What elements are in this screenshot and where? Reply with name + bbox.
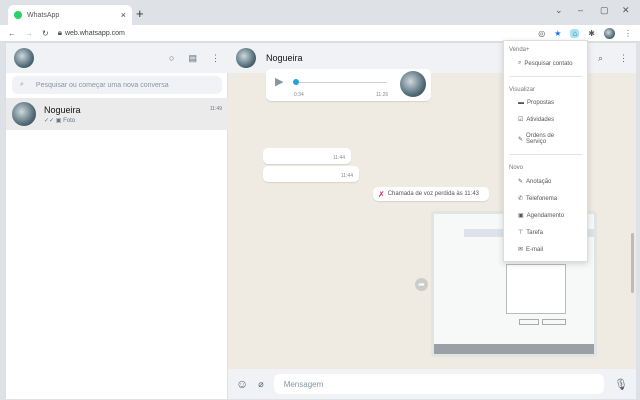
left-header: ○ ▤ ⋮	[6, 43, 228, 73]
minimize-button[interactable]: –	[578, 5, 583, 15]
profile-avatar[interactable]	[604, 27, 615, 39]
message-bubble: 11:44	[263, 166, 359, 182]
tab-search-icon[interactable]: ⌄	[555, 5, 563, 16]
message-bubble: 11:44	[263, 148, 351, 164]
play-icon[interactable]: ▶	[275, 75, 283, 88]
composer: ☺ ⌀ Mensagem 🎙︎	[228, 369, 636, 399]
pencil-icon: ✎	[518, 179, 524, 185]
menu-section-title: Venda+	[509, 47, 530, 53]
scrollbar[interactable]	[631, 233, 634, 293]
user-avatar[interactable]	[14, 48, 34, 68]
menu-item-label: Agendamento	[526, 212, 565, 219]
whatsapp-icon	[14, 11, 22, 19]
menu-item-anotacao[interactable]: ✎ Anotação	[504, 173, 587, 190]
menu-icon[interactable]: ⋮	[619, 53, 628, 64]
microphone-icon[interactable]: 🎙︎	[614, 378, 628, 391]
venda-extension-menu: Venda+ ⌕ Pesquisar contato Visualizar ▬ Pr…	[503, 40, 588, 262]
lens-icon[interactable]: ◎	[538, 29, 545, 38]
menu-item-email[interactable]: ✉ E-mail	[504, 241, 587, 258]
missed-call-text: Chamada de voz perdida às 11:43	[387, 191, 479, 197]
mail-icon: ✉	[518, 247, 524, 253]
chat-time: 11:49	[209, 106, 222, 112]
menu-item-tarefa[interactable]: ⊤ Tarefa	[504, 224, 587, 241]
message-input[interactable]: Mensagem	[273, 374, 605, 394]
search-icon[interactable]: ⌕	[598, 53, 603, 64]
search-box[interactable]: ⌕ Pesquisar ou começar uma nova conversa	[12, 76, 222, 94]
message-placeholder: Mensagem	[283, 379, 324, 389]
menu-item-agendamento[interactable]: ▣ Agendamento	[504, 207, 587, 224]
extensions-icon[interactable]: ✱	[588, 29, 595, 38]
chat-preview: Foto	[63, 117, 76, 124]
missed-call-notice: ✗ Chamada de voz perdida às 11:43	[373, 187, 489, 201]
extension-venda-icon[interactable]: ⌂	[570, 28, 580, 38]
divider	[509, 76, 582, 77]
voice-message: ▶ 0:34 11:26	[266, 69, 431, 101]
forward-icon[interactable]: ➦	[415, 278, 428, 291]
menu-item-label: Tarefa	[526, 229, 543, 236]
menu-section-title: Novo	[509, 165, 524, 171]
phone-icon: ✆	[518, 196, 524, 202]
maximize-button[interactable]: ▢	[600, 5, 609, 16]
attach-icon[interactable]: ⌀	[258, 379, 263, 390]
sender-avatar	[400, 71, 426, 97]
emoji-icon[interactable]: ☺	[236, 377, 248, 391]
contact-name[interactable]: Nogueira	[266, 53, 303, 63]
chat-name: Nogueira	[44, 104, 81, 115]
voice-elapsed: 0:34	[294, 92, 304, 98]
forward-icon[interactable]: →	[25, 29, 33, 38]
menu-item-propostas[interactable]: ▬ Propostas	[504, 95, 587, 111]
contact-avatar[interactable]	[236, 48, 256, 68]
menu-item-label: Pesquisar contato	[524, 60, 573, 67]
browser-menu-icon[interactable]: ⋮	[624, 29, 632, 38]
browser-tab-bar: WhatsApp × + ⌄ – ▢ ✕	[0, 0, 640, 25]
contact-avatar	[12, 102, 36, 126]
menu-icon[interactable]: ⋮	[211, 53, 220, 64]
close-tab-icon[interactable]: ×	[121, 10, 126, 20]
double-check-icon: ✓✓ ▣	[44, 117, 64, 124]
divider	[509, 154, 582, 155]
calendar-icon: ▣	[518, 213, 524, 219]
lock-icon: 🔒︎	[57, 28, 62, 37]
reload-icon[interactable]: ↻	[42, 29, 49, 38]
status-icon[interactable]: ○	[169, 53, 174, 63]
menu-item-label: Atividades	[526, 116, 555, 123]
menu-item-label: Ordens de Serviço	[526, 133, 555, 145]
voice-progress-track[interactable]	[295, 82, 387, 83]
menu-item-label: Anotação	[526, 178, 552, 185]
message-time: 11:44	[332, 155, 345, 161]
search-icon: ⌕	[518, 60, 522, 66]
voice-time: 11:26	[376, 92, 389, 98]
missed-call-icon: ✗	[378, 189, 385, 199]
message-time: 11:44	[340, 173, 353, 179]
menu-item-label: Telefonema	[526, 195, 558, 202]
back-icon[interactable]: ←	[8, 29, 16, 38]
star-icon[interactable]: ★	[554, 29, 561, 38]
tab-title: WhatsApp	[27, 11, 60, 19]
search-input[interactable]: Pesquisar ou começar uma nova conversa	[36, 82, 169, 89]
close-window-button[interactable]: ✕	[622, 5, 630, 16]
wrench-icon: ✎	[518, 136, 524, 143]
url-field[interactable]: web.whatsapp.com	[65, 30, 125, 37]
menu-item-label: E-mail	[526, 246, 544, 253]
folder-icon: ▬	[518, 100, 524, 106]
chat-list-item[interactable]: Nogueira ✓✓ ▣ Foto 11:49	[6, 98, 228, 130]
menu-item-label: Propostas	[527, 100, 555, 106]
menu-item-telefonema[interactable]: ✆ Telefonema	[504, 190, 587, 207]
browser-tab[interactable]: WhatsApp ×	[8, 5, 132, 25]
menu-section-title: Visualizar	[509, 87, 535, 93]
new-tab-button[interactable]: +	[136, 6, 144, 21]
search-icon: ⌕	[20, 81, 24, 88]
chat-list-panel: ○ ▤ ⋮ ⌕ Pesquisar ou começar uma nova co…	[6, 43, 228, 399]
menu-item-pesquisar-contato[interactable]: ⌕ Pesquisar contato	[504, 55, 587, 72]
new-chat-icon[interactable]: ▤	[188, 53, 197, 64]
menu-item-atividades[interactable]: ☑ Atividades	[504, 111, 587, 128]
check-icon: ☑	[518, 117, 524, 123]
pin-icon: ⊤	[518, 230, 524, 236]
voice-progress-knob[interactable]	[293, 79, 299, 85]
menu-item-ordens-de-servico[interactable]: ✎ Ordens de Serviço	[504, 128, 587, 150]
